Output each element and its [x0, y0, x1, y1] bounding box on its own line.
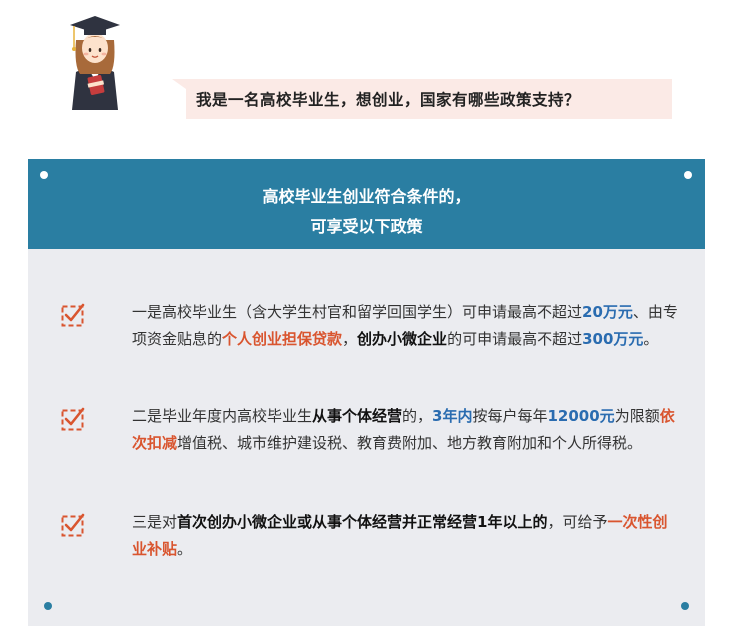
question-bubble: 我是一名高校毕业生，想创业，国家有哪些政策支持？: [186, 79, 672, 119]
highlight-blue: 12000元: [547, 407, 615, 425]
checkbox-check-icon: [61, 407, 85, 431]
highlight-bold: 首次创办小微企业或从事个体经营并正常经营1年以上的: [177, 513, 548, 531]
header-dot-left: [40, 171, 48, 179]
highlight-blue: 20万元: [582, 303, 633, 321]
highlight-bold: 从事个体经营: [312, 407, 403, 425]
text-segment: ，: [342, 330, 358, 348]
card-title-line-1: 高校毕业生创业符合条件的，: [262, 187, 471, 206]
text-segment: ，可给予: [547, 513, 608, 531]
card-dot-bottom-left: [44, 602, 52, 610]
text-segment: 的可申请最高不超过: [447, 330, 583, 348]
text-segment: 。: [177, 540, 193, 558]
card-dot-bottom-right: [681, 602, 689, 610]
text-segment: 三是对: [132, 513, 178, 531]
checkbox-check-icon: [61, 513, 85, 537]
text-segment: 二是毕业年度内高校毕业生: [132, 407, 313, 425]
question-bubble-tail: [172, 79, 186, 89]
text-segment: 一是高校毕业生（含大学生村官和留学回国学生）可申请最高不超过: [132, 303, 583, 321]
highlight-blue: 3年内: [432, 407, 473, 425]
text-segment: 按每户每年: [472, 407, 548, 425]
graduate-avatar-illustration: [70, 16, 120, 110]
text-segment: 增值税、城市维护建设税、教育费附加、地方教育附加和个人所得税。: [177, 434, 643, 452]
text-segment: 的，: [402, 407, 433, 425]
highlight-blue: 300万元: [582, 330, 644, 348]
highlight-red: 个人创业担保贷款: [222, 330, 343, 348]
text-segment: 。: [643, 330, 659, 348]
policy-item-text: 三是对首次创办小微企业或从事个体经营并正常经营1年以上的，可给予一次性创业补贴。: [132, 509, 680, 563]
highlight-bold: 创办小微企业: [357, 330, 448, 348]
question-text: 我是一名高校毕业生，想创业，国家有哪些政策支持？: [196, 91, 581, 109]
policy-card: 高校毕业生创业符合条件的， 可享受以下政策 一是高校毕业生（含大学生村官和留学回…: [28, 159, 705, 626]
policy-item-text: 二是毕业年度内高校毕业生从事个体经营的，3年内按每户每年12000元为限额依次扣…: [132, 403, 680, 457]
policy-card-header: 高校毕业生创业符合条件的， 可享受以下政策: [28, 159, 705, 249]
card-title-line-2: 可享受以下政策: [310, 217, 423, 236]
header-dot-right: [684, 171, 692, 179]
text-segment: 为限额: [614, 407, 660, 425]
checkbox-check-icon: [61, 303, 85, 327]
policy-item-text: 一是高校毕业生（含大学生村官和留学回国学生）可申请最高不超过20万元、由专项资金…: [132, 299, 680, 353]
